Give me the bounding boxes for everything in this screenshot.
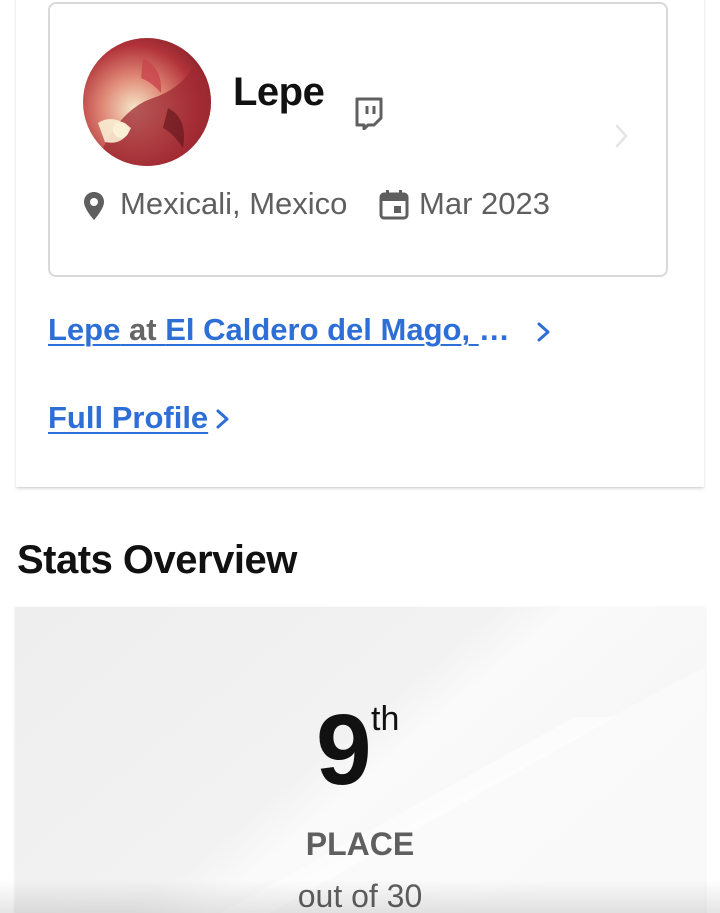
placement-label: PLACE bbox=[305, 826, 415, 862]
chevron-right-icon bbox=[614, 122, 630, 150]
player-name: Lepe bbox=[233, 70, 325, 114]
avatar-image bbox=[83, 38, 211, 166]
chevron-right-icon[interactable] bbox=[535, 318, 553, 346]
team-link[interactable]: Lepe at El Caldero del Mago, S... bbox=[48, 312, 518, 348]
twitch-icon[interactable] bbox=[353, 96, 385, 131]
placement-suffix: th bbox=[371, 700, 400, 738]
team-link-player: Lepe bbox=[48, 312, 121, 347]
full-profile-link[interactable]: Full Profile bbox=[48, 400, 208, 436]
chevron-right-icon[interactable] bbox=[214, 405, 232, 433]
stats-overview-heading: Stats Overview bbox=[17, 538, 297, 582]
player-location: Mexicali, Mexico bbox=[120, 186, 348, 221]
placement-number: 9 bbox=[316, 694, 372, 806]
location-pin-icon bbox=[82, 190, 106, 222]
player-avatar[interactable] bbox=[83, 38, 211, 166]
event-standing-page: Lepe Mexicali, Mexico Mar 2023 Lepe at E… bbox=[0, 0, 720, 913]
team-link-name: El Caldero del Mago, S... bbox=[165, 312, 518, 347]
team-link-at: at bbox=[128, 312, 157, 347]
placement-total: out of 30 bbox=[297, 878, 423, 913]
calendar-icon bbox=[379, 190, 409, 220]
joined-date: Mar 2023 bbox=[419, 186, 550, 221]
